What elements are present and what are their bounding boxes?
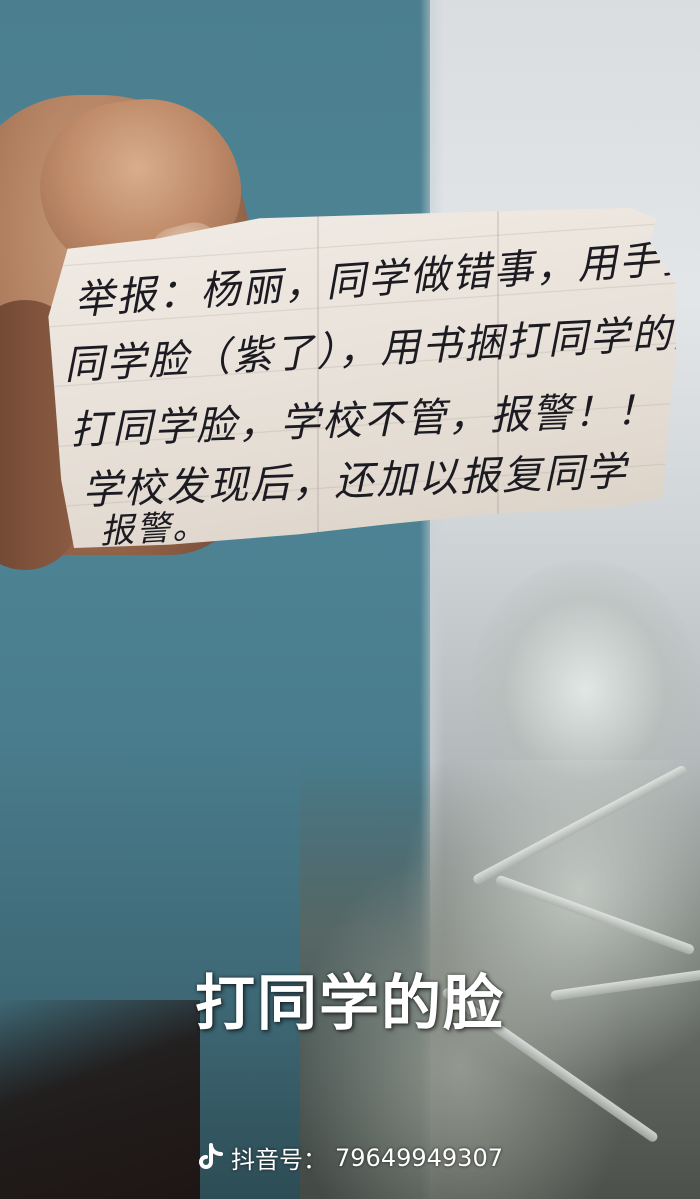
video-frame: 举报：杨丽，同学做错事，用手扭 同学脸（紫了），用书捆打同学的脸 打同学脸，学校… [0,0,700,1199]
handwritten-note: 举报：杨丽，同学做错事，用手扭 同学脸（紫了），用书捆打同学的脸 打同学脸，学校… [48,208,676,548]
tiktok-icon [197,1142,224,1173]
subtitle-caption: 打同学的脸 [195,969,505,1039]
debris-pipe [494,874,696,956]
watermark: 抖音号： 79649949307 [0,1140,700,1175]
watermark-id: 79649949307 [335,1143,503,1172]
debris-pipe [471,764,689,886]
watermark-label: 抖音号： [231,1146,328,1174]
